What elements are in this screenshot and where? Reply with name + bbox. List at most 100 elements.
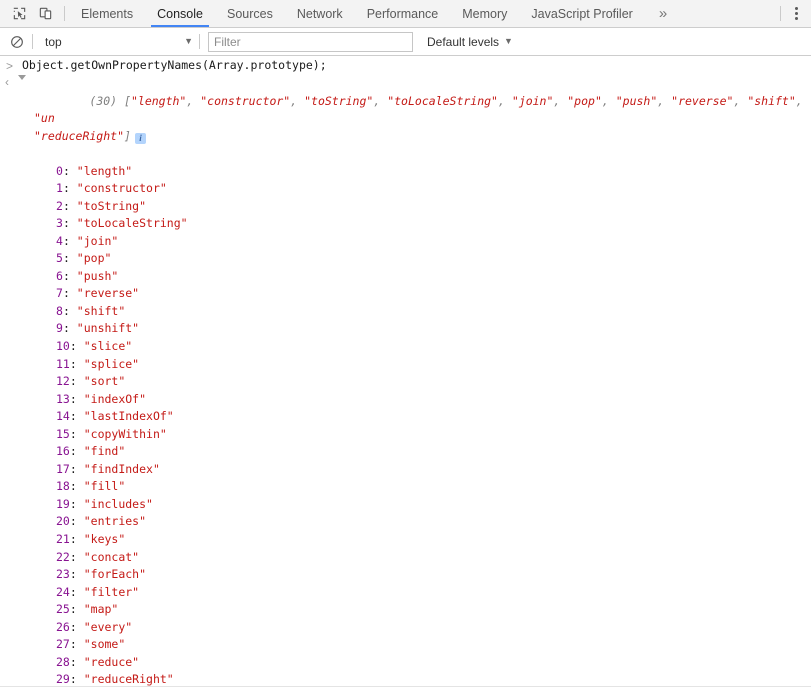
- property-colon: :: [69, 584, 84, 599]
- tabbar-right-actions: [778, 0, 811, 27]
- inspect-element-icon[interactable]: [6, 1, 32, 27]
- property-value: "pop": [76, 251, 112, 266]
- property-colon: :: [62, 216, 77, 231]
- property-index: 0: [56, 163, 63, 178]
- array-property-row[interactable]: 10: "slice": [56, 338, 811, 356]
- property-value: "lastIndexOf": [83, 409, 174, 424]
- clear-console-icon[interactable]: [4, 30, 30, 54]
- array-properties-list: 0: "length" 1: "constructor" 2: "toString"…: [22, 163, 811, 687]
- device-toolbar-icon[interactable]: [32, 1, 58, 27]
- more-options-icon[interactable]: [785, 1, 807, 27]
- property-index: 11: [56, 356, 70, 371]
- array-preview-item: "un: [34, 111, 55, 125]
- array-preview-item: "pop": [567, 93, 602, 108]
- property-index: 13: [56, 391, 70, 406]
- tab-label: Performance: [366, 6, 439, 21]
- property-value: "sort": [83, 374, 126, 389]
- array-property-row[interactable]: 27: "some": [56, 636, 811, 654]
- array-property-row[interactable]: 2: "toString": [56, 198, 811, 216]
- property-value: "join": [76, 233, 119, 248]
- property-index: 22: [56, 549, 70, 564]
- property-value: "unshift": [76, 321, 140, 336]
- tab-memory[interactable]: Memory: [450, 0, 519, 27]
- array-property-row[interactable]: 0: "length": [56, 163, 811, 181]
- property-value: "copyWithin": [83, 426, 167, 441]
- property-index: 2: [56, 198, 63, 213]
- array-property-row[interactable]: 28: "reduce": [56, 654, 811, 672]
- array-property-row[interactable]: 17: "findIndex": [56, 461, 811, 479]
- tab-performance[interactable]: Performance: [355, 0, 451, 27]
- array-property-row[interactable]: 24: "filter": [56, 584, 811, 602]
- expand-toggle-icon[interactable]: [18, 75, 27, 93]
- property-colon: :: [62, 303, 77, 318]
- array-property-row[interactable]: 8: "shift": [56, 303, 811, 321]
- array-property-row[interactable]: 21: "keys": [56, 531, 811, 549]
- toolbar-divider-1: [32, 34, 33, 49]
- array-property-row[interactable]: 14: "lastIndexOf": [56, 408, 811, 426]
- array-property-row[interactable]: 13: "indexOf": [56, 391, 811, 409]
- tab-elements[interactable]: Elements: [69, 0, 145, 27]
- array-property-row[interactable]: 11: "splice": [56, 356, 811, 374]
- property-value: "reverse": [76, 286, 140, 301]
- array-property-row[interactable]: 19: "includes": [56, 496, 811, 514]
- array-property-row[interactable]: 4: "join": [56, 233, 811, 251]
- array-property-row[interactable]: 16: "find": [56, 443, 811, 461]
- property-colon: :: [69, 619, 84, 634]
- tab-network[interactable]: Network: [285, 0, 355, 27]
- array-property-row[interactable]: 3: "toLocaleString": [56, 215, 811, 233]
- array-property-row[interactable]: 15: "copyWithin": [56, 426, 811, 444]
- property-index: 26: [56, 619, 70, 634]
- array-property-row[interactable]: 23: "forEach": [56, 566, 811, 584]
- property-colon: :: [69, 409, 84, 424]
- tab-javascript-profiler[interactable]: JavaScript Profiler: [519, 0, 644, 27]
- property-value: "length": [76, 163, 133, 178]
- property-value: "some": [83, 637, 126, 652]
- preview-separator: ,: [601, 93, 616, 108]
- preview-separator: ,: [795, 93, 810, 108]
- preview-separator: ,: [186, 93, 201, 108]
- tab-console[interactable]: Console: [145, 0, 215, 27]
- array-property-row[interactable]: 1: "constructor": [56, 180, 811, 198]
- chevron-down-icon: ▼: [184, 36, 193, 46]
- array-property-row[interactable]: 22: "concat": [56, 549, 811, 567]
- tab-label: JavaScript Profiler: [531, 6, 633, 21]
- property-index: 12: [56, 374, 70, 389]
- property-colon: :: [62, 251, 77, 266]
- property-index: 27: [56, 637, 70, 652]
- array-property-row[interactable]: 26: "every": [56, 619, 811, 637]
- preview-separator: ,: [290, 93, 305, 108]
- array-property-row[interactable]: 29: "reduceRight": [56, 671, 811, 687]
- property-value: "slice": [83, 338, 133, 353]
- array-property-row[interactable]: 25: "map": [56, 601, 811, 619]
- more-tabs-icon[interactable]: »: [645, 0, 681, 27]
- array-property-row[interactable]: 5: "pop": [56, 250, 811, 268]
- tab-label: Network: [296, 6, 343, 21]
- execution-context-select[interactable]: top ▼: [37, 31, 197, 53]
- open-bracket: [: [124, 93, 131, 108]
- array-property-row[interactable]: 7: "reverse": [56, 285, 811, 303]
- property-colon: :: [69, 338, 84, 353]
- array-property-row[interactable]: 18: "fill": [56, 478, 811, 496]
- console-output[interactable]: > Object.getOwnPropertyNames(Array.proto…: [0, 56, 811, 687]
- array-property-row[interactable]: 20: "entries": [56, 513, 811, 531]
- property-index: 10: [56, 338, 70, 353]
- property-value: "shift": [76, 303, 126, 318]
- tab-sources[interactable]: Sources: [215, 0, 285, 27]
- array-preview-item: "join": [511, 93, 554, 108]
- array-preview[interactable]: (30) ["length", "constructor", "toString…: [22, 75, 811, 163]
- info-badge-icon[interactable]: i: [134, 132, 146, 144]
- array-property-row[interactable]: 9: "unshift": [56, 320, 811, 338]
- array-property-row[interactable]: 12: "sort": [56, 373, 811, 391]
- preview-separator: ,: [657, 93, 672, 108]
- property-colon: :: [69, 426, 84, 441]
- log-levels-select[interactable]: Default levels ▼: [421, 35, 519, 49]
- filter-input[interactable]: [208, 31, 413, 52]
- array-preview-item: "push": [615, 93, 658, 108]
- array-preview-item: "toLocaleString": [387, 93, 498, 108]
- property-value: "forEach": [83, 567, 147, 582]
- property-value: "entries": [83, 514, 147, 529]
- property-index: 7: [56, 286, 63, 301]
- property-index: 16: [56, 444, 70, 459]
- chevron-down-icon: ▼: [504, 36, 513, 46]
- array-property-row[interactable]: 6: "push": [56, 268, 811, 286]
